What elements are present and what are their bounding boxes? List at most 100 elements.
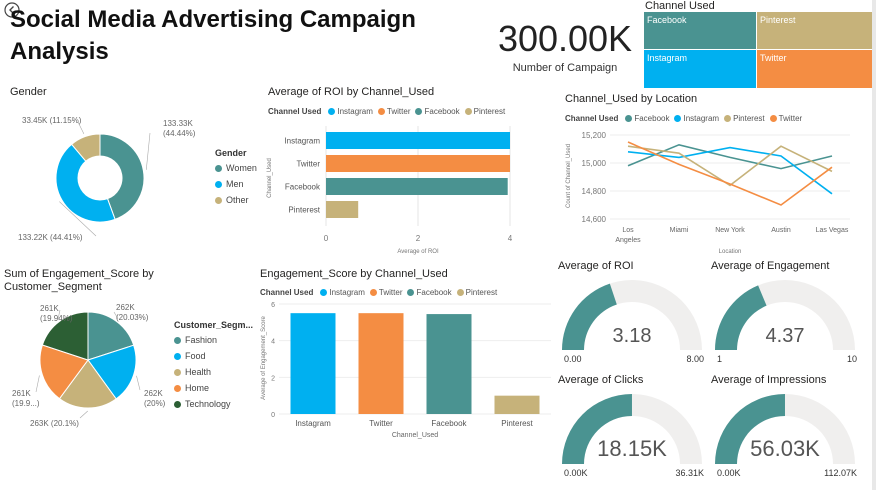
legend-item-instagram: Instagram [328,107,373,116]
engagement-ytick-label: 0 [271,412,275,419]
location-xtick-label: Las Vegas [816,227,849,234]
legend-dot-women [215,164,222,172]
legend-dot-pinterest [464,108,472,115]
roi-chart-title: Average of ROI by Channel_Used [268,86,435,98]
pie-data-label: 261K [40,304,59,313]
legend-item-technology: Technology [174,399,253,409]
gauge-min-label: 0.00K [717,468,741,478]
location-line-instagram [627,146,833,195]
engagement-x-axis-title: Channel_Used [392,432,438,439]
pie-leader-line [145,132,151,170]
gauge-min-label: 0.00K [564,468,588,478]
location-x-axis-title: Location [719,249,742,255]
roi-ytick-label: Instagram [284,137,320,146]
vertical-scrollbar[interactable] [872,0,876,490]
gauge-value: 4.37 [766,325,805,347]
location-line-twitter [627,141,833,206]
engagement-xtick-label: Pinterest [501,419,533,428]
legend-item-other: Other [215,195,257,205]
legend-item-facebook: Facebook [415,107,460,116]
legend-label: Women [226,163,257,173]
location-line-chart[interactable]: 14,600 14,800 15,000 15,200 Los Angeles Miami N… [560,124,865,258]
treemap-tile-facebook[interactable]: Facebook [644,12,757,50]
legend-dot-instagram [674,115,682,122]
legend-dot-instagram [320,289,328,296]
treemap-tile-pinterest[interactable]: Pinterest [757,12,872,50]
pie-data-label: (44.44%) [163,129,196,138]
legend-label: Facebook [416,288,452,297]
gauge-title: Average of Clicks [558,374,644,386]
gauge-fill [562,283,617,350]
treemap-tile-label: Twitter [760,53,787,63]
location-legend: Channel Used Facebook Instagram Pinterest T… [565,114,802,123]
engagement-xtick-label: Instagram [295,419,331,428]
pie-data-label: (20%) [144,399,166,408]
treemap-tile-twitter[interactable]: Twitter [757,50,872,88]
location-xtick-label: Angeles [615,237,641,244]
pie-data-label: (20.03%) [116,313,149,322]
engagement-bar-chart[interactable]: 0 2 4 6 Instagram Twitter Facebook Pinterest Cha… [255,298,555,444]
roi-bar-instagram [326,132,510,149]
legend-dot-other [215,196,222,204]
engagement-legend: Channel Used Instagram Twitter Facebook Pin… [260,288,497,297]
legend-label: Men [226,179,244,189]
location-xtick-label: Los [622,227,634,234]
gauge-min-label: 0.00 [564,354,582,364]
legend-label: Facebook [424,107,460,116]
legend-item-food: Food [174,351,253,361]
legend-label: Pinterest [465,288,498,297]
legend-dot-food [174,352,181,360]
legend-label: Technology [185,399,231,409]
impressions-gauge[interactable]: Average of Impressions 56.03K 0.00K 112.07K [708,370,868,482]
roi-bar-facebook [326,178,508,195]
location-legend-title: Channel Used [565,114,619,123]
location-chart-title: Channel_Used by Location [565,93,698,105]
treemap-tile-label: Instagram [647,53,688,63]
legend-label: Instagram [329,288,365,297]
engagement-ytick-label: 4 [271,339,275,346]
engagement-chart-title: Engagement_Score by Channel_Used [260,268,448,280]
segment-chart-title: Sum of Engagement_Score by Customer_Segm… [4,268,154,293]
roi-bar-chart[interactable]: 0 2 4 Instagram Twitter Facebook Pinterest Aver… [262,120,532,260]
legend-dot-facebook [407,289,415,296]
gauge-title: Average of Engagement [711,260,829,272]
roi-y-axis-title: Channel_Used [267,158,273,198]
location-y-axis-title: Count of Channel_Used [566,144,572,208]
pie-leader-line [35,375,40,393]
legend-label: Instagram [683,114,720,123]
gender-donut-chart[interactable]: 133.33K(44.44%) 133.22K (44.41%) 33.45K (1… [0,100,210,250]
legend-item-men: Men [215,179,257,189]
legend-item-health: Health [174,367,253,377]
roi-gauge[interactable]: Average of ROI 3.18 0.00 8.00 [555,256,710,366]
gauge-value: 3.18 [613,325,652,347]
gauge-title: Average of ROI [558,260,634,272]
legend-label: Twitter [386,107,411,116]
pie-data-label: 262K [116,303,135,312]
pie-data-label: 133.22K (44.41%) [18,233,83,242]
location-ytick-label: 15,200 [582,131,607,140]
pie-data-label: (19.9...) [12,399,40,408]
legend-item-twitter: Twitter [769,114,802,123]
legend-dot-technology [174,400,181,408]
legend-item-pinterest: Pinterest [464,107,505,116]
gauge-title: Average of Impressions [711,374,827,386]
legend-dot-twitter [369,289,377,296]
segment-pie-chart[interactable]: 262K(20.03%)262K(20%)263K (20.1%)261K(19… [0,296,175,436]
gauge-min-label: 1 [717,354,722,364]
location-xtick-label: New York [715,227,745,234]
pie-data-label: 263K (20.1%) [30,419,79,428]
legend-label: Instagram [337,107,373,116]
gauge-max-label: 36.31K [675,468,704,478]
legend-dot-pinterest [456,289,464,296]
legend-dot-facebook [625,115,633,122]
pie-data-label: 33.45K (11.15%) [22,116,82,125]
channel-treemap[interactable]: Facebook Pinterest Instagram Twitter [644,12,872,88]
engagement-gauge[interactable]: Average of Engagement 4.37 1 10 [708,256,868,366]
clicks-gauge[interactable]: Average of Clicks 18.15K 0.00K 36.31K [555,370,710,482]
roi-ytick-label: Facebook [285,183,321,192]
pie-leader-line [79,410,88,419]
engagement-ytick-label: 2 [271,375,275,382]
engagement-ytick-label: 6 [271,302,275,309]
treemap-tile-instagram[interactable]: Instagram [644,50,757,88]
roi-ytick-label: Twitter [296,160,320,169]
